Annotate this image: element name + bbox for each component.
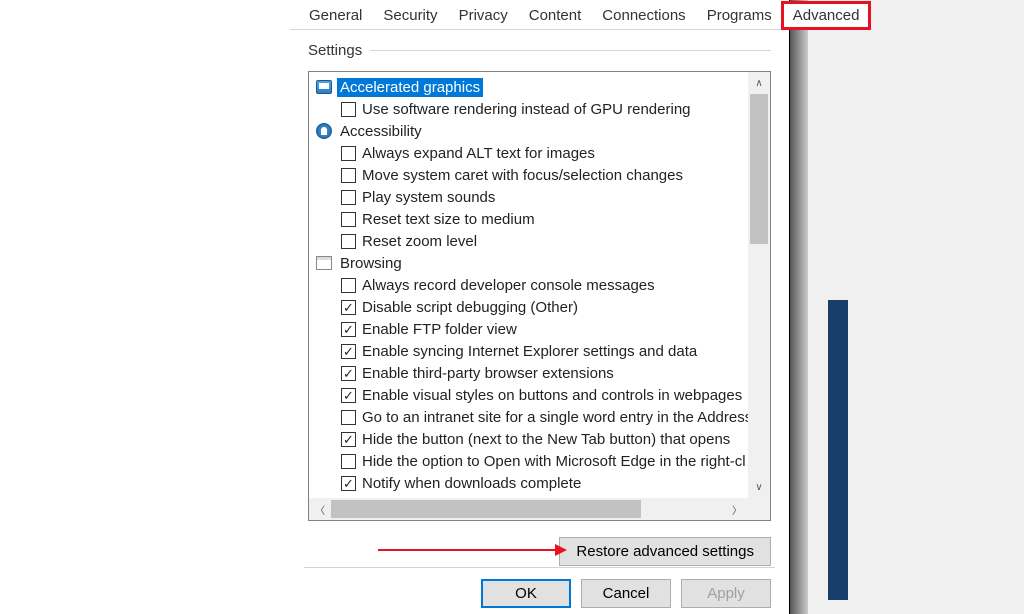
settings-tree[interactable]: Accelerated graphics Use software renderi…: [309, 72, 748, 498]
tree-item[interactable]: Enable visual styles on buttons and cont…: [309, 384, 748, 406]
fieldset-line: [370, 50, 771, 51]
tree-item-label: Use software rendering instead of GPU re…: [362, 101, 691, 118]
settings-tree-container: Accelerated graphics Use software renderi…: [308, 71, 771, 521]
checkbox[interactable]: [341, 102, 356, 117]
tab-strip: General Security Privacy Content Connect…: [290, 0, 789, 30]
checkbox[interactable]: [341, 168, 356, 183]
checkbox[interactable]: [341, 234, 356, 249]
ok-button[interactable]: OK: [481, 579, 571, 608]
tree-item[interactable]: Hide the button (next to the New Tab but…: [309, 428, 748, 450]
restore-row: Restore advanced settings: [308, 537, 771, 566]
tree-item[interactable]: Enable third-party browser extensions: [309, 362, 748, 384]
checkbox[interactable]: [341, 344, 356, 359]
internet-options-dialog: General Security Privacy Content Connect…: [290, 0, 790, 614]
cancel-button[interactable]: Cancel: [581, 579, 671, 608]
tree-item-label: Enable visual styles on buttons and cont…: [362, 387, 742, 404]
checkbox[interactable]: [341, 322, 356, 337]
tree-item[interactable]: Move system caret with focus/selection c…: [309, 164, 748, 186]
checkbox[interactable]: [341, 278, 356, 293]
tree-item[interactable]: Disable script debugging (Other): [309, 296, 748, 318]
accessibility-icon: [315, 122, 333, 140]
tree-item-label: Enable FTP folder view: [362, 321, 517, 338]
tree-item-label: Hide the option to Open with Microsoft E…: [362, 453, 746, 470]
tree-item[interactable]: Reset text size to medium: [309, 208, 748, 230]
scroll-right-button[interactable]: 〉: [726, 498, 748, 520]
tree-category-label: Browsing: [337, 254, 405, 273]
tree-item-label: Hide the button (next to the New Tab but…: [362, 431, 730, 448]
tab-general[interactable]: General: [298, 2, 373, 29]
tree-item-label: Go to an intranet site for a single word…: [362, 409, 748, 426]
tree-item-label: Notify when downloads complete: [362, 475, 581, 492]
scroll-down-button[interactable]: ∨: [748, 476, 770, 498]
tree-category-label: Accelerated graphics: [337, 78, 483, 97]
horizontal-scroll-thumb[interactable]: [331, 500, 641, 518]
tree-item[interactable]: Enable syncing Internet Explorer setting…: [309, 340, 748, 362]
checkbox[interactable]: [341, 146, 356, 161]
settings-group: Settings Accelerated graphics Use softwar…: [308, 42, 771, 566]
vertical-scroll-thumb[interactable]: [750, 94, 768, 244]
tree-item-label: Always expand ALT text for images: [362, 145, 595, 162]
tree-item-label: Move system caret with focus/selection c…: [362, 167, 683, 184]
checkbox[interactable]: [341, 432, 356, 447]
tree-item[interactable]: Notify when downloads complete: [309, 472, 748, 494]
tree-category-label: Accessibility: [337, 122, 425, 141]
scroll-up-button[interactable]: ∧: [748, 72, 770, 94]
checkbox[interactable]: [341, 410, 356, 425]
tree-item[interactable]: Always record developer console messages: [309, 274, 748, 296]
tree-item[interactable]: Hide the option to Open with Microsoft E…: [309, 450, 748, 472]
display-icon: [315, 78, 333, 96]
tab-privacy[interactable]: Privacy: [448, 2, 519, 29]
tree-category[interactable]: Accelerated graphics: [309, 76, 748, 98]
browsing-icon: [315, 254, 333, 272]
tree-item-label: Enable third-party browser extensions: [362, 365, 614, 382]
tree-item[interactable]: Enable FTP folder view: [309, 318, 748, 340]
vertical-scrollbar[interactable]: ∧ ∨: [748, 72, 770, 498]
tree-item-label: Enable syncing Internet Explorer setting…: [362, 343, 697, 360]
tab-programs[interactable]: Programs: [696, 2, 783, 29]
tree-item[interactable]: Go to an intranet site for a single word…: [309, 406, 748, 428]
checkbox[interactable]: [341, 454, 356, 469]
scroll-left-button[interactable]: 〈: [309, 498, 331, 520]
restore-advanced-settings-button[interactable]: Restore advanced settings: [559, 537, 771, 566]
checkbox[interactable]: [341, 300, 356, 315]
tree-category[interactable]: Accessibility: [309, 120, 748, 142]
tree-item-label: Reset zoom level: [362, 233, 477, 250]
tab-connections[interactable]: Connections: [591, 2, 696, 29]
scroll-corner: [748, 498, 770, 520]
tree-item[interactable]: Reset zoom level: [309, 230, 748, 252]
checkbox[interactable]: [341, 476, 356, 491]
settings-fieldset-label: Settings: [308, 42, 771, 59]
dialog-button-row: OK Cancel Apply: [481, 563, 771, 608]
background-dark-strip: [828, 300, 848, 600]
tree-item[interactable]: Always expand ALT text for images: [309, 142, 748, 164]
checkbox[interactable]: [341, 190, 356, 205]
checkbox[interactable]: [341, 388, 356, 403]
settings-label-text: Settings: [308, 42, 362, 59]
tree-item-label: Always record developer console messages: [362, 277, 655, 294]
apply-button[interactable]: Apply: [681, 579, 771, 608]
tree-item-label: Reset text size to medium: [362, 211, 535, 228]
tree-category[interactable]: Browsing: [309, 252, 748, 274]
checkbox[interactable]: [341, 366, 356, 381]
dialog-shadow: [790, 0, 808, 614]
tab-advanced[interactable]: Advanced: [782, 2, 871, 29]
horizontal-scrollbar[interactable]: 〈 〉: [309, 498, 748, 520]
tree-item[interactable]: Play system sounds: [309, 186, 748, 208]
tree-item[interactable]: Use software rendering instead of GPU re…: [309, 98, 748, 120]
tree-item-label: Play system sounds: [362, 189, 495, 206]
tab-content[interactable]: Content: [518, 2, 593, 29]
tree-item-label: Disable script debugging (Other): [362, 299, 578, 316]
checkbox[interactable]: [341, 212, 356, 227]
tab-security[interactable]: Security: [372, 2, 448, 29]
annotation-arrow-icon: [378, 549, 558, 551]
